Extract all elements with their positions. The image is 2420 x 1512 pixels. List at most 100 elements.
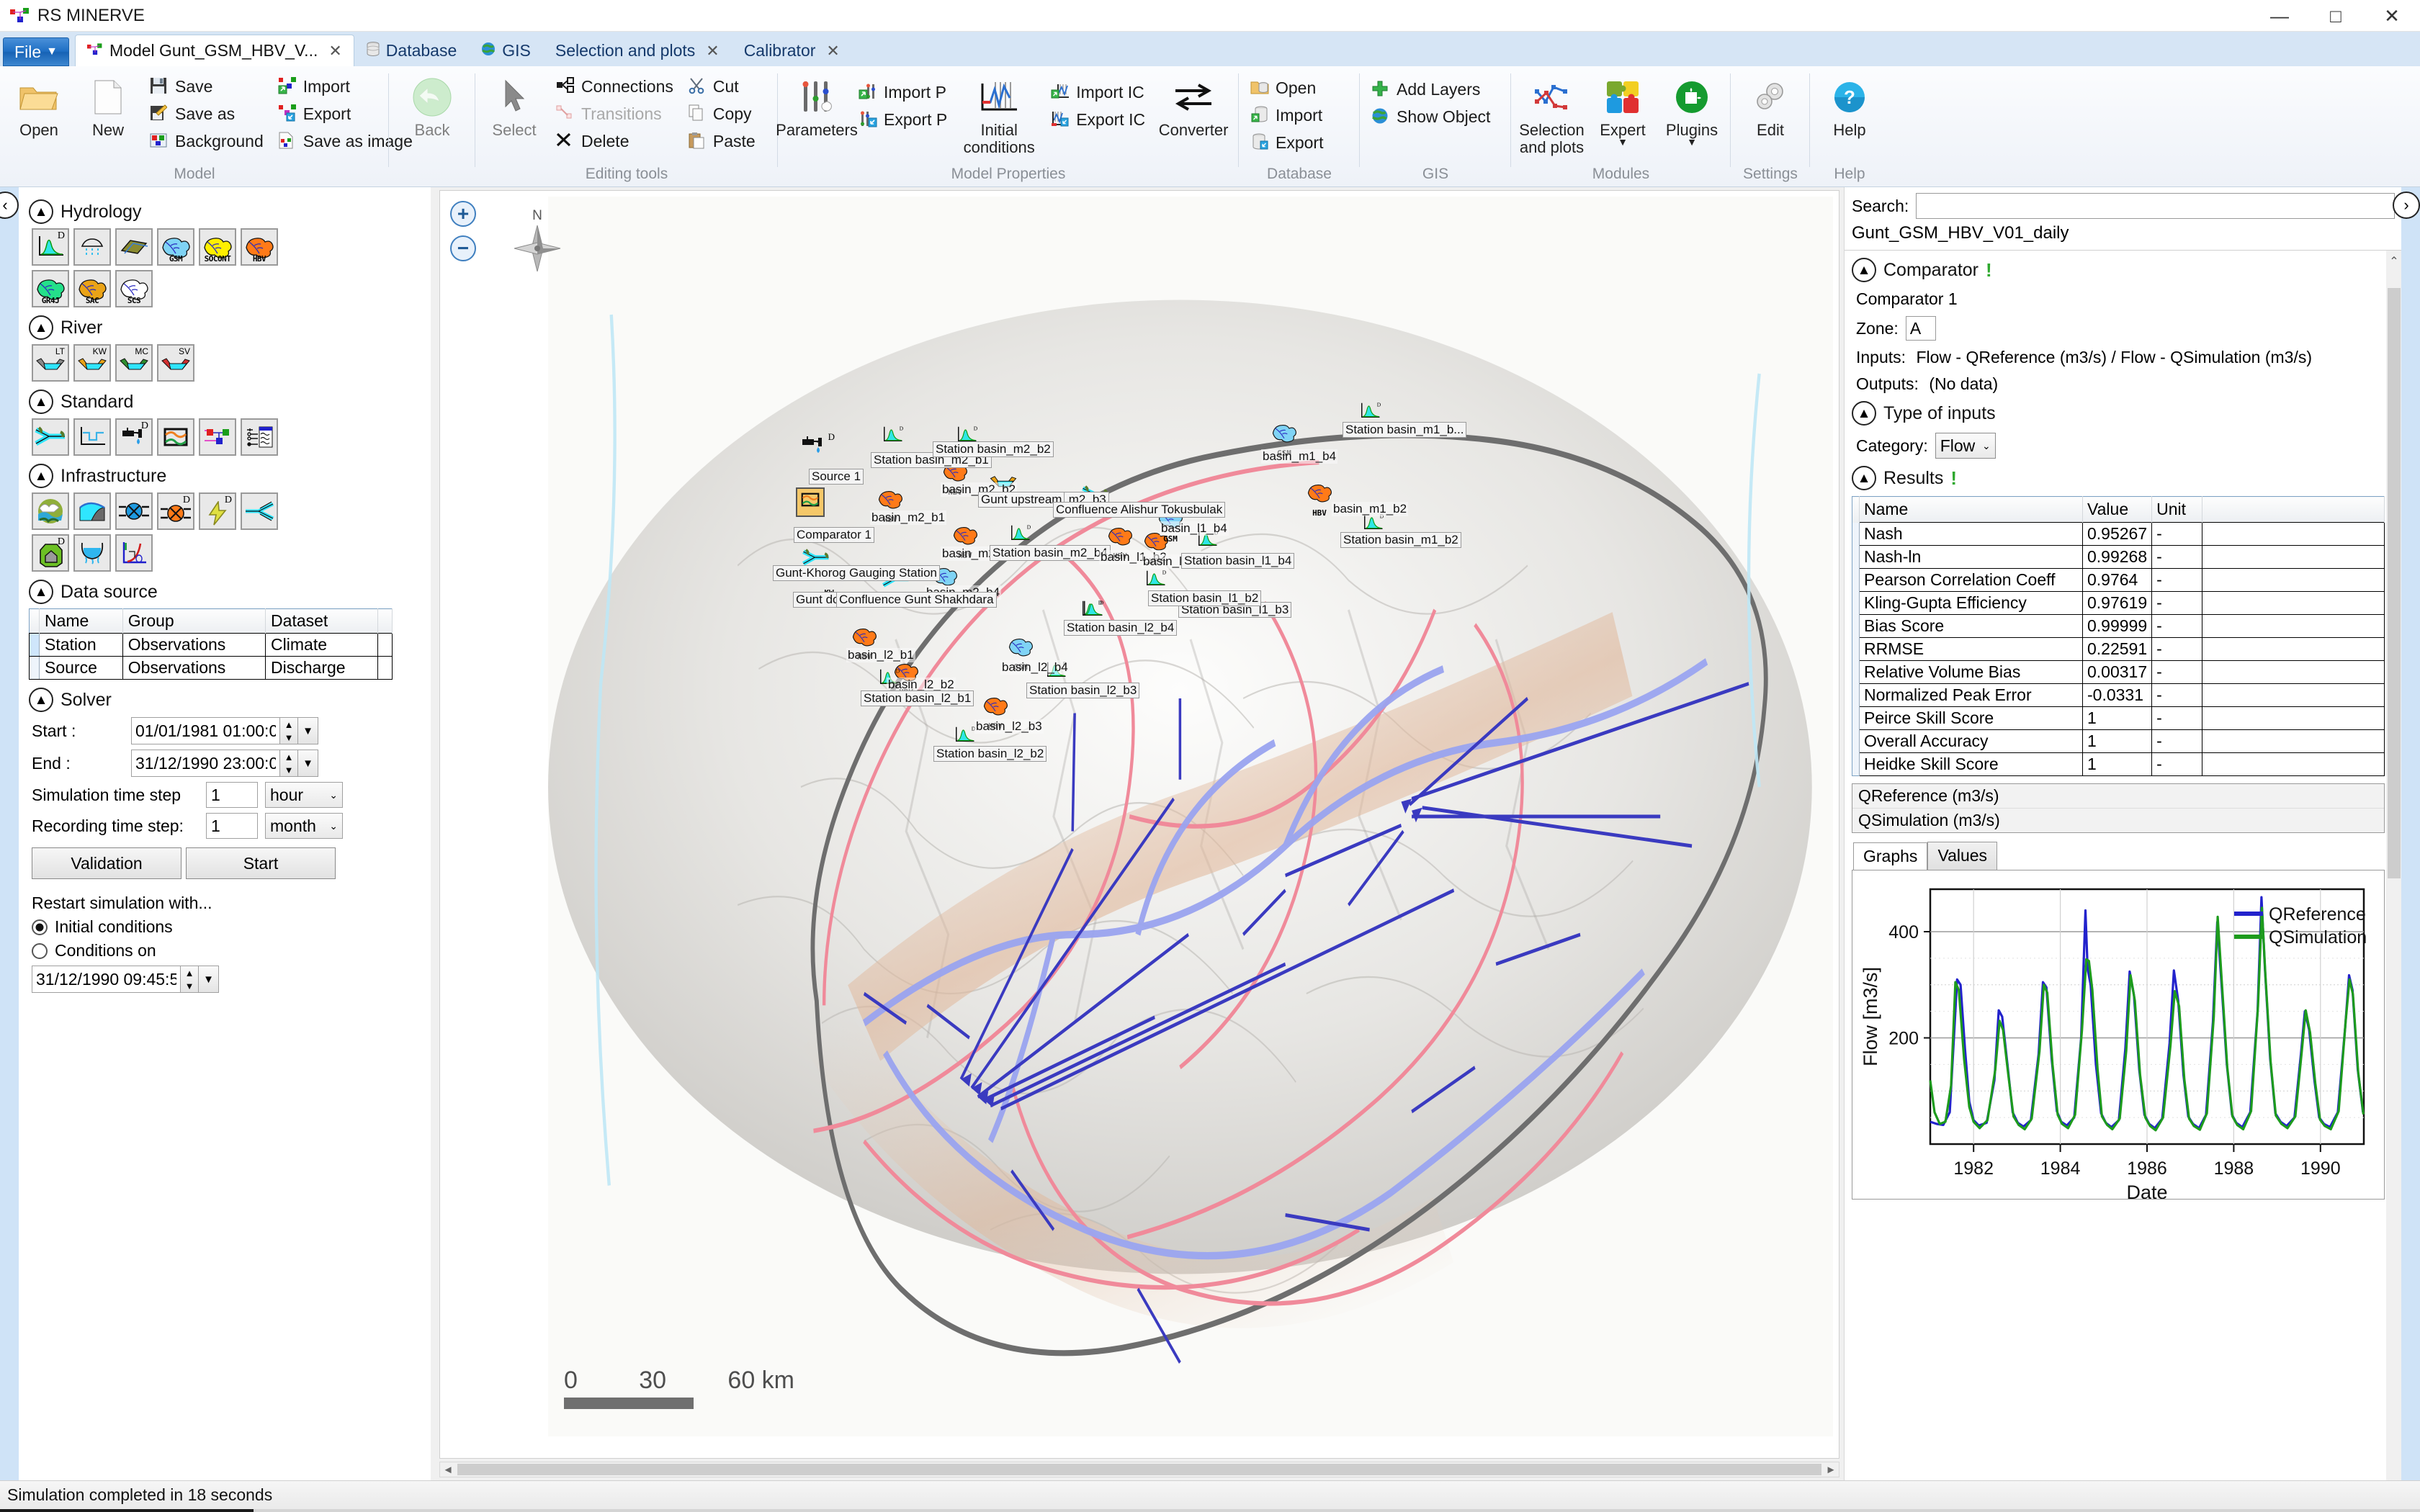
map-canvas[interactable]: D Source 1 Comparator 1 Station basin_m2_b… [548,197,1833,1436]
map-node-station[interactable]: D [882,425,904,449]
socont-tile[interactable]: SOCONT [199,228,236,266]
map-label[interactable]: Station basin_m1_b... [1343,422,1467,438]
zoom-out-button[interactable]: − [450,235,476,261]
close-icon[interactable]: ✕ [706,42,719,60]
open-button[interactable]: Open [6,71,72,143]
table-row[interactable]: Station Observations Climate [29,633,393,657]
network-tile[interactable] [199,418,236,456]
conditions-datetime-field[interactable]: ▲▼ ▼ [32,966,219,993]
map-label[interactable]: Gunt-Khorog Gauging Station [773,565,940,581]
map-label[interactable]: basin_l2_b4 [1000,660,1070,675]
recording-time-step-unit-select[interactable]: month ⌄ [265,813,343,839]
map-label[interactable]: Station basin_l2_b2 [933,746,1047,762]
column-header-value[interactable]: Value [2082,496,2153,523]
row-selector[interactable] [1852,522,1860,546]
db-open-button[interactable]: Open [1245,75,1329,101]
table-row[interactable]: Overall Accuracy 1- [1852,729,2385,753]
map-label[interactable]: basin_l2_b3 [974,719,1044,734]
properties-vertical-scrollbar[interactable]: ⌃ [2386,251,2402,1480]
chevron-up-icon[interactable]: ▲ [29,464,53,488]
map-node-hbv[interactable]: HBV [982,695,1009,731]
hydrograph-tile[interactable]: D [32,228,69,266]
column-header-extra[interactable] [377,608,393,634]
row-selector[interactable] [1852,660,1860,684]
table-row[interactable]: Normalized Peak Error -0.0331- [1852,683,2385,707]
chevron-up-icon[interactable]: ▲ [1852,466,1876,490]
close-button[interactable]: ✕ [2364,0,2420,32]
table-row[interactable]: Relative Volume Bias 0.00317- [1852,660,2385,684]
sv-tile[interactable]: SV [157,344,194,382]
rain-tile[interactable] [73,228,111,266]
validation-button[interactable]: Validation [32,847,182,879]
minimize-button[interactable]: — [2251,0,2308,32]
surface-tile[interactable] [115,228,153,266]
lt-tile[interactable]: LT [32,344,69,382]
table-row[interactable]: Bias Score 0.99999- [1852,614,2385,638]
cut-button[interactable]: Cut [682,73,761,99]
row-selector[interactable] [1852,614,1860,638]
db-export-button[interactable]: Export [1245,130,1329,156]
help-button[interactable]: ? Help [1816,71,1883,143]
gr4j-tile[interactable]: GR4J [32,270,69,307]
splitter-tile[interactable] [241,492,278,530]
tab-calibrator[interactable]: Calibrator ✕ [732,35,852,66]
column-header-name[interactable]: Name [39,608,123,634]
source-tile[interactable]: D [115,418,153,456]
valve-orange-tile[interactable]: D [157,492,194,530]
export-ic-button[interactable]: Export IC [1045,107,1151,132]
end-datetime-field[interactable]: ▲▼ ▼ [131,750,318,777]
initial-conditions-button[interactable]: Initial conditions [956,71,1042,161]
table-row[interactable]: RRMSE 0.22591- [1852,637,2385,661]
simulation-time-step-unit-select[interactable]: hour ⌄ [265,782,343,808]
map-label[interactable]: basin_m1_b4 [1261,449,1338,464]
background-button[interactable]: Background [144,128,269,154]
chevron-up-icon[interactable]: ▲ [29,580,53,604]
start-simulation-button[interactable]: Start [186,847,336,879]
zone-input[interactable] [1905,316,1936,341]
file-menu-button[interactable]: File ▼ [3,37,69,66]
show-object-button[interactable]: Show Object [1366,104,1496,130]
table-row[interactable]: Pearson Correlation Coeff 0.9764- [1852,568,2385,592]
map-label[interactable]: basin_m2_b1 [870,510,947,525]
map-label[interactable]: Station basin_l2_b3 [1026,683,1140,698]
reservoir-tile[interactable] [73,534,111,572]
scroll-thumb[interactable] [457,1464,1821,1475]
chevron-up-icon[interactable]: ▲ [29,390,53,414]
catchment-tile[interactable] [32,492,69,530]
row-selector[interactable] [29,656,40,680]
map-label[interactable]: Station basin_l1_b2 [1148,590,1262,606]
map-label[interactable]: Station basin_l2_b4 [1064,620,1178,636]
section-header-data-source[interactable]: ▲ Data source [29,580,425,604]
search-input[interactable] [1916,193,2395,219]
section-header-solver[interactable]: ▲ Solver [29,688,425,712]
turbine-tile[interactable]: D [199,492,236,530]
row-selector[interactable] [1852,683,1860,707]
delete-button[interactable]: Delete [550,128,679,154]
category-select[interactable]: Flow ⌄ [1935,433,1996,459]
section-header-standard[interactable]: ▲ Standard [29,390,425,414]
chevron-up-icon[interactable]: ▲ [1852,258,1876,282]
map-container[interactable]: + − N D Source 1 Comparator 1 Station ba… [439,190,1839,1459]
column-header-dataset[interactable]: Dataset [265,608,379,634]
conditions-spinner[interactable]: ▲ ▼ [180,966,199,993]
table-row[interactable]: Source Observations Discharge [29,656,393,680]
add-layers-button[interactable]: Add Layers [1366,76,1496,102]
radio-button-icon[interactable] [32,942,48,959]
section-header-hydrology[interactable]: ▲ Hydrology [29,199,425,224]
simulation-time-step-input[interactable] [206,782,258,808]
select-button[interactable]: Select [481,71,547,143]
column-header-unit[interactable]: Unit [2151,496,2203,523]
scroll-up-arrow[interactable]: ⌃ [2386,251,2402,272]
column-header-group[interactable]: Group [122,608,266,634]
import-ic-button[interactable]: Import IC [1045,79,1151,105]
chevron-up-icon[interactable]: ▲ [29,315,53,340]
section-header-type-of-inputs[interactable]: ▲ Type of inputs [1852,401,2395,426]
tab-graphs[interactable]: Graphs [1853,842,1928,870]
start-spinner[interactable]: ▲ ▼ [279,717,298,744]
export-p-button[interactable]: Export P [853,107,953,132]
start-datetime-field[interactable]: ▲▼ ▼ [131,717,318,744]
close-icon[interactable]: ✕ [328,42,341,60]
junction-tile[interactable] [32,418,69,456]
row-selector[interactable] [1852,568,1860,592]
map-label[interactable]: basin_l2_b1 [846,648,915,662]
